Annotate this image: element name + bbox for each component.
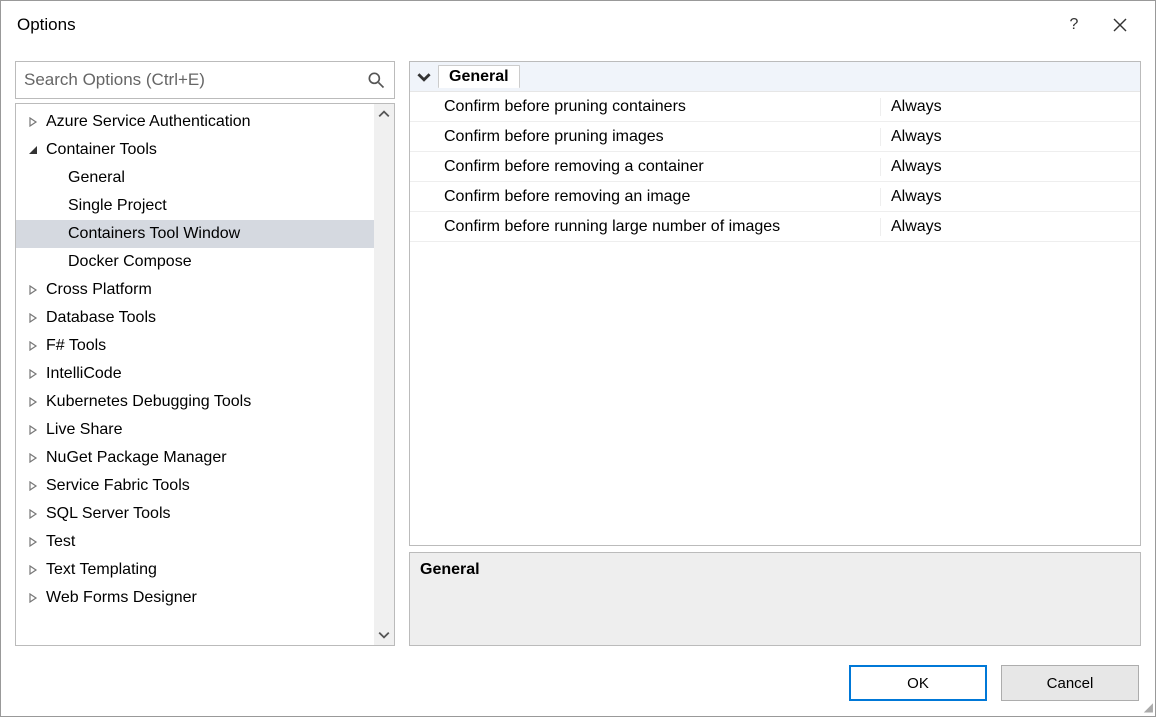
collapsed-arrow-icon (24, 113, 42, 131)
collapsed-arrow-icon (24, 281, 42, 299)
tree-item-label: NuGet Package Manager (46, 449, 227, 467)
property-category-label: General (438, 65, 520, 88)
tree-item[interactable]: Live Share (16, 416, 374, 444)
property-name: Confirm before removing an image (410, 188, 880, 206)
collapsed-arrow-icon (24, 365, 42, 383)
tree-item[interactable]: Kubernetes Debugging Tools (16, 388, 374, 416)
tree-item[interactable]: Azure Service Authentication (16, 108, 374, 136)
collapsed-arrow-icon (24, 589, 42, 607)
tree-item-label: F# Tools (46, 337, 106, 355)
property-description-title: General (420, 561, 480, 578)
search-box[interactable] (15, 61, 395, 99)
tree-item-label: Live Share (46, 421, 123, 439)
collapsed-arrow-icon (24, 393, 42, 411)
tree-scrollbar[interactable] (374, 104, 394, 645)
tree-item-label: Docker Compose (68, 253, 192, 271)
tree-item[interactable]: Text Templating (16, 556, 374, 584)
tree-item[interactable]: Container Tools (16, 136, 374, 164)
property-value[interactable]: Always (880, 218, 1140, 236)
scroll-down-icon[interactable] (374, 625, 394, 645)
tree-item-label: Database Tools (46, 309, 156, 327)
collapsed-arrow-icon (24, 561, 42, 579)
collapsed-arrow-icon (24, 533, 42, 551)
property-row[interactable]: Confirm before running large number of i… (410, 212, 1140, 242)
tree-item-label: IntelliCode (46, 365, 122, 383)
help-button[interactable]: ? (1051, 10, 1097, 40)
tree-item[interactable]: SQL Server Tools (16, 500, 374, 528)
tree-item-label: Azure Service Authentication (46, 113, 251, 131)
tree-item[interactable]: General (16, 164, 374, 192)
property-category-header[interactable]: General (410, 62, 1140, 92)
property-description-panel: General (409, 552, 1141, 646)
property-value[interactable]: Always (880, 158, 1140, 176)
resize-grip-icon[interactable]: ◢ (1144, 700, 1153, 714)
tree-item[interactable]: Web Forms Designer (16, 584, 374, 612)
tree-item[interactable]: Service Fabric Tools (16, 472, 374, 500)
close-icon (1113, 18, 1127, 32)
options-tree: Azure Service Authentication Container To… (15, 103, 395, 646)
property-value[interactable]: Always (880, 188, 1140, 206)
property-row[interactable]: Confirm before pruning containersAlways (410, 92, 1140, 122)
collapsed-arrow-icon (24, 309, 42, 327)
scroll-up-icon[interactable] (374, 104, 394, 124)
ok-button[interactable]: OK (849, 665, 987, 701)
tree-item[interactable]: F# Tools (16, 332, 374, 360)
expanded-arrow-icon (24, 141, 42, 159)
property-row[interactable]: Confirm before removing a containerAlway… (410, 152, 1140, 182)
tree-item-label: Text Templating (46, 561, 157, 579)
tree-item-label: Container Tools (46, 141, 157, 159)
collapsed-arrow-icon (24, 477, 42, 495)
tree-item[interactable]: Test (16, 528, 374, 556)
tree-item[interactable]: Docker Compose (16, 248, 374, 276)
property-name: Confirm before pruning containers (410, 98, 880, 116)
tree-item-label: SQL Server Tools (46, 505, 171, 523)
property-value[interactable]: Always (880, 128, 1140, 146)
tree-item-label: Kubernetes Debugging Tools (46, 393, 251, 411)
tree-item[interactable]: IntelliCode (16, 360, 374, 388)
tree-item[interactable]: Containers Tool Window (16, 220, 374, 248)
collapsed-arrow-icon (24, 337, 42, 355)
close-button[interactable] (1097, 10, 1143, 40)
cancel-button[interactable]: Cancel (1001, 665, 1139, 701)
tree-item-label: Single Project (68, 197, 167, 215)
property-row[interactable]: Confirm before removing an imageAlways (410, 182, 1140, 212)
search-input[interactable] (24, 70, 366, 90)
tree-item-label: Web Forms Designer (46, 589, 197, 607)
tree-item[interactable]: Single Project (16, 192, 374, 220)
tree-item-label: Test (46, 533, 75, 551)
tree-item-label: Cross Platform (46, 281, 152, 299)
tree-item-label: Service Fabric Tools (46, 477, 190, 495)
chevron-down-icon (410, 70, 438, 84)
tree-item[interactable]: NuGet Package Manager (16, 444, 374, 472)
window-title: Options (17, 15, 1051, 35)
tree-item[interactable]: Cross Platform (16, 276, 374, 304)
property-row[interactable]: Confirm before pruning imagesAlways (410, 122, 1140, 152)
property-grid: General Confirm before pruning container… (409, 61, 1141, 546)
collapsed-arrow-icon (24, 505, 42, 523)
collapsed-arrow-icon (24, 421, 42, 439)
tree-item[interactable]: Database Tools (16, 304, 374, 332)
titlebar: Options ? (1, 1, 1155, 49)
property-name: Confirm before removing a container (410, 158, 880, 176)
collapsed-arrow-icon (24, 449, 42, 467)
search-icon (366, 70, 386, 90)
tree-item-label: Containers Tool Window (68, 225, 240, 243)
tree-item-label: General (68, 169, 125, 187)
property-value[interactable]: Always (880, 98, 1140, 116)
property-name: Confirm before running large number of i… (410, 218, 880, 236)
property-name: Confirm before pruning images (410, 128, 880, 146)
